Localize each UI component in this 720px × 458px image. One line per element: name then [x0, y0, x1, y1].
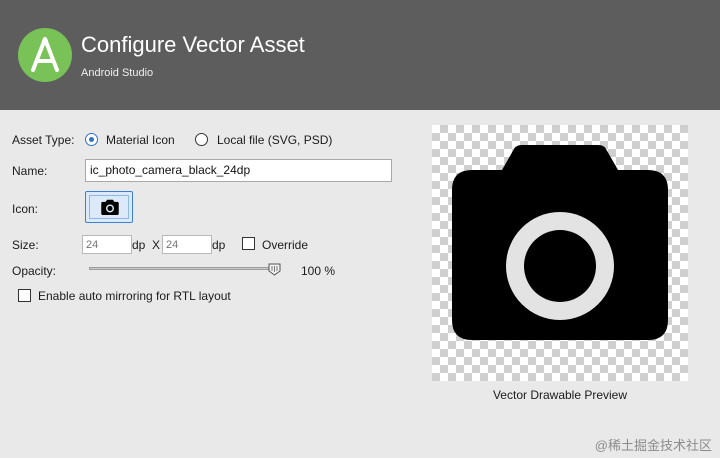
dialog-subtitle: Android Studio	[81, 67, 154, 79]
size-width-input[interactable]	[82, 235, 132, 254]
photo-camera-icon	[452, 145, 668, 340]
opacity-label: Opacity:	[12, 264, 57, 278]
dialog-title: Configure Vector Asset	[81, 32, 305, 57]
material-icon-radio-label[interactable]: Material Icon	[106, 133, 175, 147]
size-width-unit: dp	[132, 238, 146, 252]
material-icon-radio[interactable]	[85, 133, 98, 146]
photo-camera-icon	[101, 199, 119, 215]
size-label: Size:	[12, 238, 39, 252]
asset-type-label: Asset Type:	[12, 133, 75, 147]
android-studio-logo-icon	[18, 28, 72, 82]
rtl-mirroring-label[interactable]: Enable auto mirroring for RTL layout	[38, 289, 231, 303]
name-label: Name:	[12, 164, 48, 178]
rtl-mirroring-checkbox[interactable]	[18, 289, 31, 302]
opacity-value: 100 %	[301, 264, 336, 278]
size-height-unit: dp	[212, 238, 226, 252]
dialog-header: Configure Vector Asset Android Studio	[0, 0, 720, 110]
icon-picker-button[interactable]	[85, 191, 133, 223]
watermark: @稀土掘金技术社区	[594, 438, 712, 453]
opacity-slider-track[interactable]	[89, 267, 277, 270]
vector-drawable-preview	[432, 125, 688, 381]
local-file-radio[interactable]	[195, 133, 208, 146]
icon-label: Icon:	[12, 202, 39, 216]
opacity-slider-thumb[interactable]	[268, 263, 281, 276]
override-checkbox[interactable]	[242, 237, 255, 250]
size-height-input[interactable]	[162, 235, 212, 254]
local-file-radio-label[interactable]: Local file (SVG, PSD)	[217, 133, 332, 147]
override-label[interactable]: Override	[262, 238, 308, 252]
preview-caption: Vector Drawable Preview	[492, 388, 628, 402]
size-separator: X	[152, 238, 161, 252]
name-input[interactable]: ic_photo_camera_black_24dp	[85, 159, 392, 182]
